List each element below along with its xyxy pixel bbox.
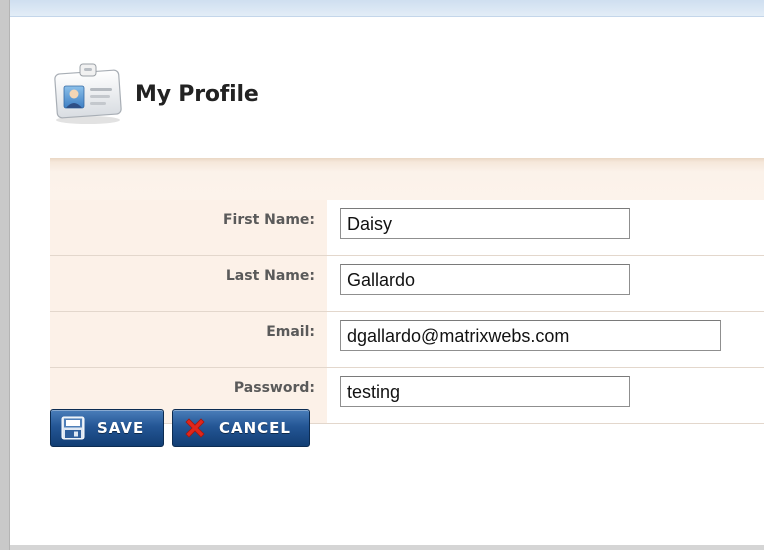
last-name-label: Last Name: <box>50 255 327 312</box>
form-row-first-name: First Name: <box>50 200 764 256</box>
bottom-frame-border <box>10 545 764 550</box>
form-row-last-name: Last Name: <box>50 255 764 312</box>
last-name-input[interactable] <box>340 264 630 295</box>
page-title: My Profile <box>135 81 259 107</box>
form-actions: SAVE CANCEL <box>50 409 318 447</box>
floppy-disk-icon <box>61 416 85 440</box>
left-frame-border <box>0 0 10 550</box>
first-name-input[interactable] <box>340 208 630 239</box>
cancel-button[interactable]: CANCEL <box>172 409 310 447</box>
profile-form: First Name: Last Name: Email: Password: <box>50 200 764 424</box>
form-header-band <box>50 158 764 201</box>
save-button-label: SAVE <box>97 419 145 437</box>
cancel-button-label: CANCEL <box>219 419 291 437</box>
profile-card-icon <box>54 63 122 124</box>
password-input[interactable] <box>340 376 630 407</box>
form-row-email: Email: <box>50 311 764 368</box>
email-label: Email: <box>50 311 327 368</box>
red-x-icon <box>185 418 205 438</box>
first-name-label: First Name: <box>50 200 327 256</box>
email-input[interactable] <box>340 320 721 351</box>
top-header-band <box>10 0 764 17</box>
save-button[interactable]: SAVE <box>50 409 164 447</box>
page-header: My Profile <box>50 62 259 126</box>
